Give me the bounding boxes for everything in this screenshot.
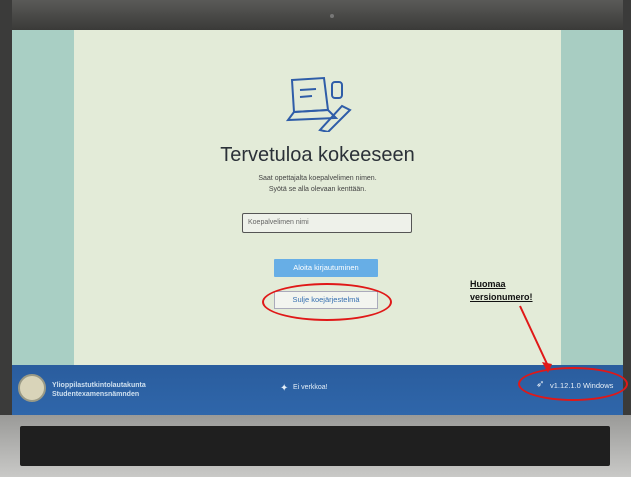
server-name-placeholder: Koepalvelimen nimi — [248, 219, 309, 226]
left-background-panel — [12, 30, 74, 365]
organization-name-fi: Ylioppilastutkintolautakunta — [52, 382, 146, 389]
annotation-note-line-2: versionumero! — [470, 292, 533, 302]
webcam — [330, 14, 334, 18]
annotation-circle-close-button — [262, 283, 392, 321]
instruction-line-2: Syötä se alla olevaan kenttään. — [268, 186, 367, 193]
network-status: Ei verkkoa! — [293, 384, 328, 391]
server-name-input[interactable]: Koepalvelimen nimi — [242, 213, 412, 233]
annotation-circle-version — [518, 367, 628, 401]
annotation-note-line-1: Huomaa — [470, 279, 506, 289]
network-icon: ✦ — [280, 383, 289, 394]
laptop-bezel-right — [623, 0, 631, 477]
keyboard-edge — [20, 426, 610, 466]
instruction-line-1: Saat opettajalta koepalvelimen nimen. — [258, 175, 377, 182]
organization-name-sv: Studentexamensnämnden — [52, 391, 140, 398]
annotation-arrowhead-icon — [542, 362, 552, 373]
screen: Tervetuloa kokeeseen Saat opettajalta ko… — [12, 30, 623, 415]
start-login-button[interactable]: Aloita kirjautuminen — [274, 259, 378, 277]
laptop-bezel-top — [0, 0, 631, 30]
laptop-and-pencil-illustration — [285, 76, 352, 132]
laptop-bezel-left — [0, 0, 12, 477]
right-background-panel — [561, 30, 623, 365]
page-title: Tervetuloa kokeeseen — [220, 144, 415, 166]
organization-logo-icon — [18, 374, 46, 402]
